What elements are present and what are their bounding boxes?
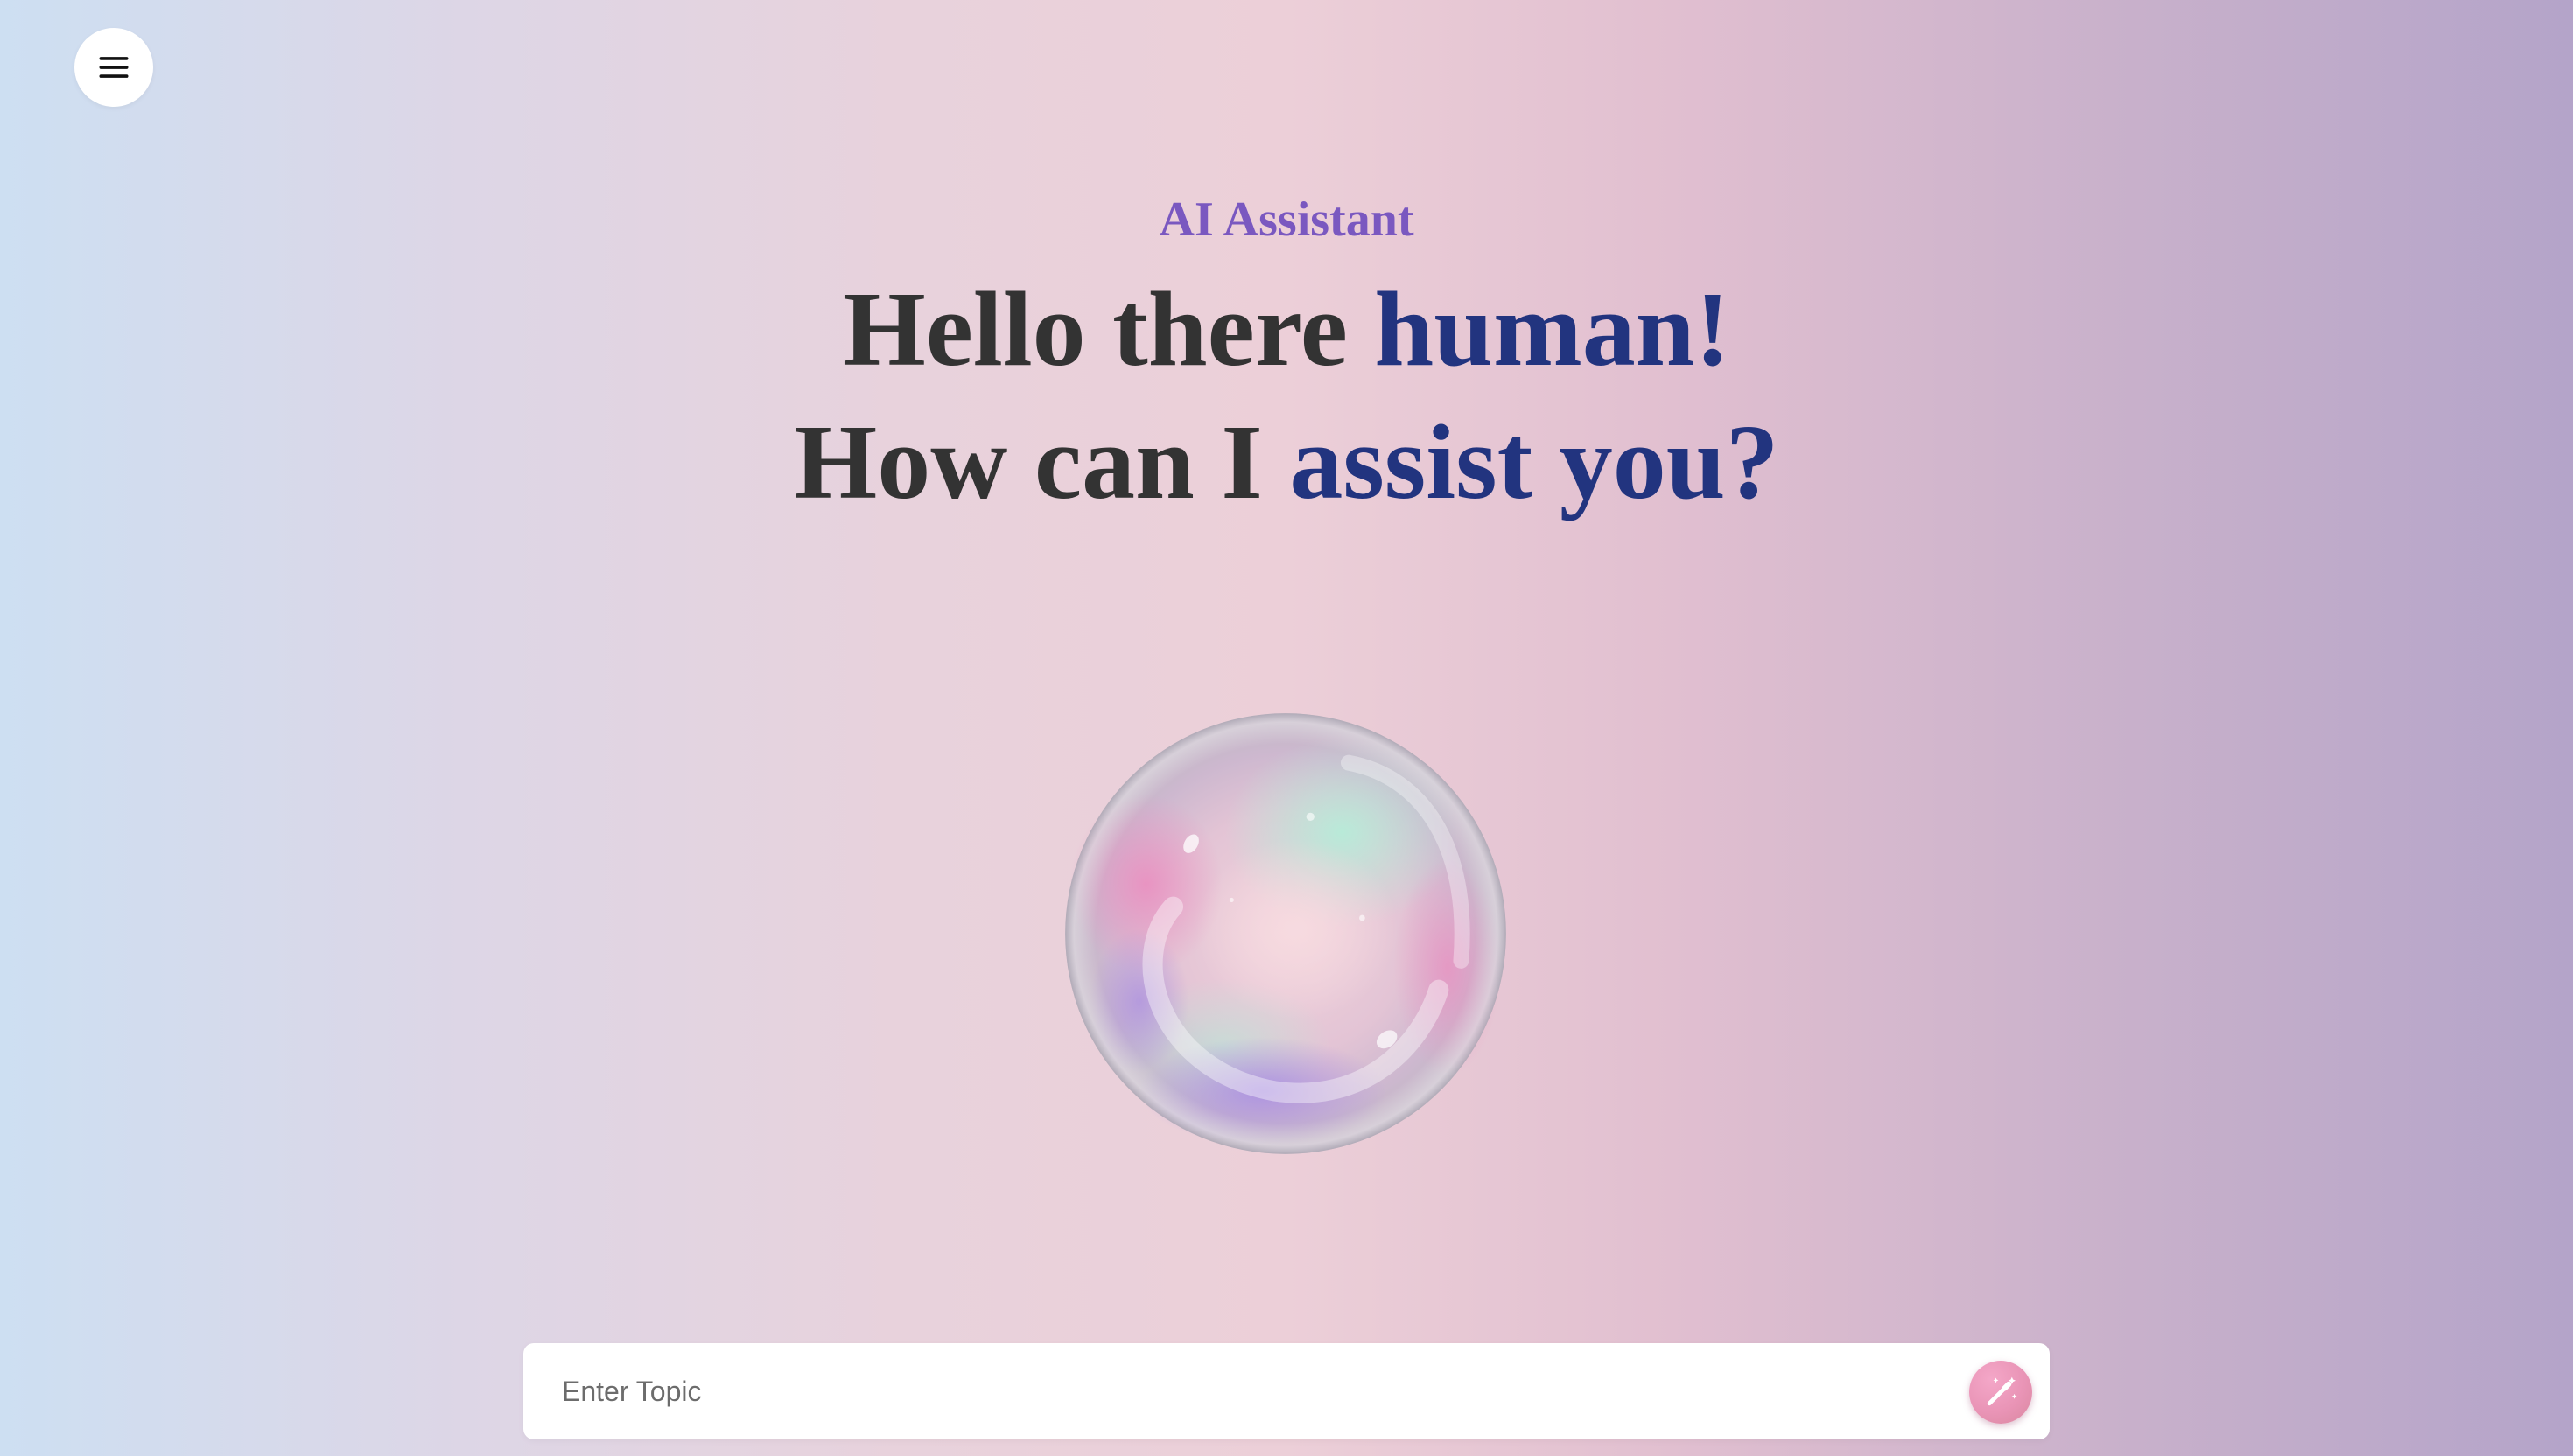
- generate-button[interactable]: [1969, 1361, 2032, 1424]
- hamburger-menu-icon: [99, 57, 129, 78]
- greeting-line-2-accent: assist you?: [1289, 403, 1779, 522]
- menu-button[interactable]: [74, 28, 153, 107]
- greeting-line-2: How can I assist you?: [0, 397, 2573, 528]
- greeting-line-1-accent: human!: [1374, 270, 1731, 388]
- topic-input-bar: [523, 1343, 2050, 1439]
- magic-wand-icon: [1987, 1376, 2017, 1406]
- greeting-line-1: Hello there human!: [0, 264, 2573, 396]
- topic-input[interactable]: [562, 1343, 1927, 1439]
- greeting-line-1-text: Hello there: [842, 270, 1375, 388]
- greeting-line-2-text: How can I: [794, 403, 1290, 522]
- assistant-orb: [1065, 713, 1506, 1154]
- app-subtitle: AI Assistant: [1159, 192, 1414, 247]
